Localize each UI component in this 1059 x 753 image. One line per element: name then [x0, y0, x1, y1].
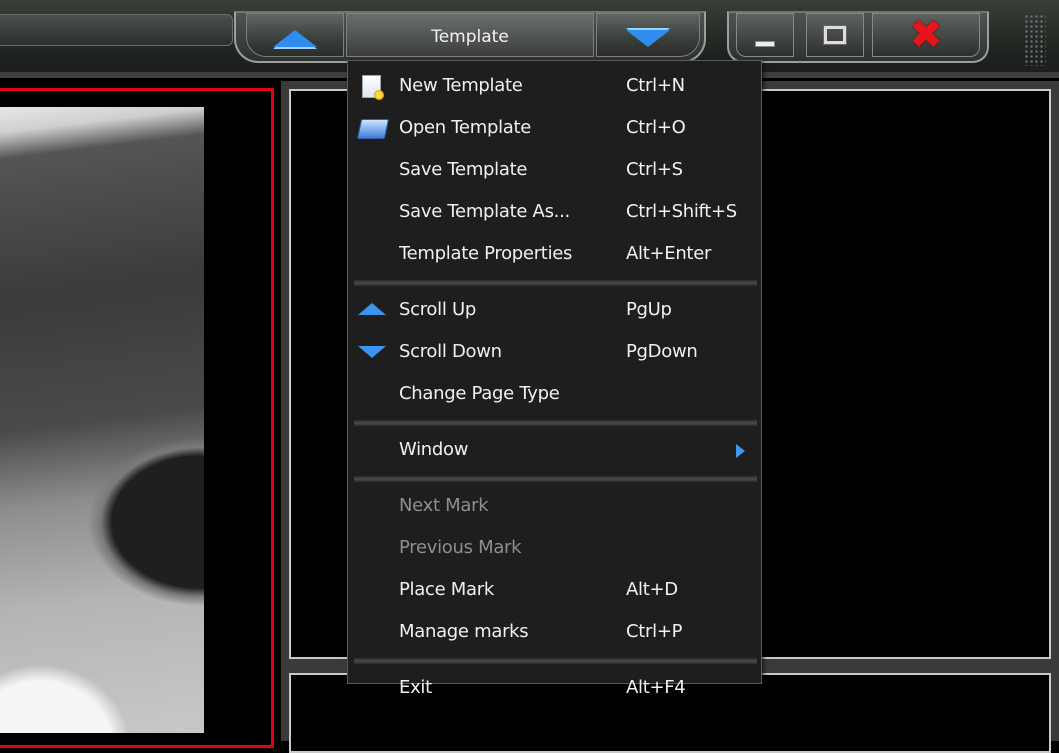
menu-item-next-mark: Next Mark: [348, 489, 761, 523]
menu-item-shortcut: Ctrl+S: [626, 159, 683, 180]
template-dropdown-menu: New Template Ctrl+N Open Template Ctrl+O Sav…: [347, 60, 762, 698]
menu-item-scroll-up[interactable]: Scroll Up PgUp: [348, 293, 761, 327]
menu-item-label: Save Template As...: [399, 201, 570, 222]
close-button[interactable]: ✖: [872, 13, 980, 57]
menu-item-open-template[interactable]: Open Template Ctrl+O: [348, 111, 761, 145]
menu-item-save-template[interactable]: Save Template Ctrl+S: [348, 153, 761, 187]
menu-item-label: Previous Mark: [399, 537, 522, 558]
selection-frame: [0, 88, 274, 748]
menu-item-shortcut: Ctrl+Shift+S: [626, 201, 737, 222]
close-icon: ✖: [909, 12, 943, 58]
menu-separator: [354, 280, 757, 286]
menu-item-label: New Template: [399, 75, 523, 96]
minimize-icon: [755, 41, 775, 47]
menu-item-shortcut: Ctrl+O: [626, 117, 686, 138]
menu-item-shortcut: PgUp: [626, 299, 672, 320]
menu-item-label: Scroll Down: [399, 341, 502, 362]
menu-item-shortcut: Alt+F4: [626, 677, 686, 698]
menu-separator: [354, 420, 757, 426]
menu-item-scroll-down[interactable]: Scroll Down PgDown: [348, 335, 761, 369]
menu-item-label: Window: [399, 439, 469, 460]
minimize-button[interactable]: [736, 13, 794, 57]
menu-item-shortcut: Ctrl+N: [626, 75, 685, 96]
menu-item-shortcut: Ctrl+P: [626, 621, 683, 642]
title-field: [0, 14, 233, 46]
scroll-up-icon: [358, 303, 386, 315]
maximize-icon: [824, 26, 846, 44]
triangle-down-icon: [626, 29, 670, 47]
menu-item-label: Template Properties: [399, 243, 573, 264]
scroll-up-button[interactable]: [246, 13, 344, 57]
menu-item-label: Open Template: [399, 117, 532, 138]
scroll-down-icon: [358, 346, 386, 358]
template-menu-button[interactable]: Template: [346, 13, 594, 57]
menu-item-label: Scroll Up: [399, 299, 476, 320]
menu-item-template-properties[interactable]: Template Properties Alt+Enter: [348, 237, 761, 271]
template-menu-label: Template: [431, 27, 509, 47]
menu-separator: [354, 476, 757, 482]
menu-item-shortcut: Alt+Enter: [626, 243, 712, 264]
menu-item-label: Save Template: [399, 159, 528, 180]
menu-item-save-template-as[interactable]: Save Template As... Ctrl+Shift+S: [348, 195, 761, 229]
menu-item-label: Exit: [399, 677, 432, 698]
menu-item-new-template[interactable]: New Template Ctrl+N: [348, 69, 761, 103]
menu-item-label: Change Page Type: [399, 383, 560, 404]
menu-item-label: Next Mark: [399, 495, 489, 516]
new-document-icon: [362, 75, 384, 100]
submenu-arrow-icon: [736, 444, 745, 458]
menu-item-window[interactable]: Window: [348, 433, 761, 467]
scroll-down-button[interactable]: [596, 13, 700, 57]
menu-item-shortcut: Alt+D: [626, 579, 678, 600]
menu-separator: [354, 658, 757, 664]
menu-item-manage-marks[interactable]: Manage marks Ctrl+P: [348, 615, 761, 649]
menu-item-label: Place Mark: [399, 579, 494, 600]
menu-item-place-mark[interactable]: Place Mark Alt+D: [348, 573, 761, 607]
menu-item-change-page-type[interactable]: Change Page Type: [348, 377, 761, 411]
menu-item-label: Manage marks: [399, 621, 529, 642]
maximize-button[interactable]: [806, 13, 864, 57]
drag-grip-icon[interactable]: [1024, 14, 1046, 66]
menu-item-exit[interactable]: Exit Alt+F4: [348, 671, 761, 705]
menu-item-previous-mark: Previous Mark: [348, 531, 761, 565]
open-folder-icon: [356, 119, 390, 139]
menu-item-shortcut: PgDown: [626, 341, 698, 362]
triangle-up-icon: [273, 29, 317, 47]
